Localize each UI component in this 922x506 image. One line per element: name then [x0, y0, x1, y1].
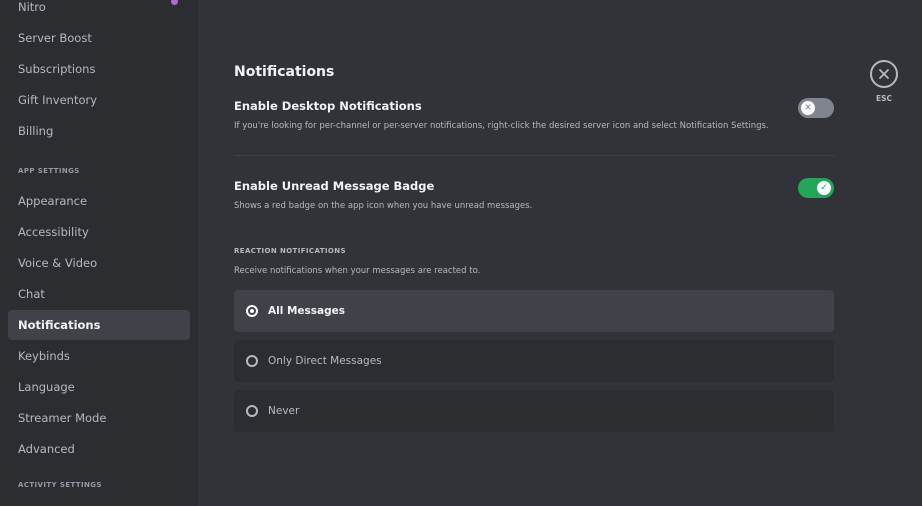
sidebar-item-language[interactable]: Language	[8, 372, 190, 402]
sidebar-item-streamer-mode[interactable]: Streamer Mode	[8, 403, 190, 433]
sidebar-item-label: Accessibility	[18, 225, 89, 239]
close-icon	[879, 69, 889, 79]
settings-content: Notifications Enable Desktop Notificatio…	[198, 0, 922, 506]
close-settings: ESC	[868, 60, 900, 103]
desktop-notifications-toggle[interactable]: ✕	[798, 98, 834, 118]
esc-label: ESC	[875, 94, 893, 103]
sidebar-item-appearance[interactable]: Appearance	[8, 186, 190, 216]
radio-unselected-icon	[246, 355, 258, 367]
sidebar-header-app-settings: APP SETTINGS	[18, 167, 80, 175]
toggle-on-check-icon: ✓	[817, 181, 831, 195]
sidebar-item-label: Advanced	[18, 442, 75, 456]
settings-window: Nitro Server Boost Subscriptions Gift In…	[0, 0, 922, 506]
sidebar-item-advanced[interactable]: Advanced	[8, 434, 190, 464]
sidebar-item-gift-inventory[interactable]: Gift Inventory	[8, 85, 190, 115]
radio-selected-icon	[246, 305, 258, 317]
sidebar-header-activity-settings: ACTIVITY SETTINGS	[18, 481, 102, 489]
desktop-notifications-setting: Enable Desktop Notifications ✕ If you're…	[234, 98, 834, 133]
unread-badge-setting: Enable Unread Message Badge ✓ Shows a re…	[234, 178, 834, 213]
section-divider	[234, 155, 834, 156]
reaction-notifications-description: Receive notifications when your messages…	[234, 266, 481, 276]
sidebar-item-notifications[interactable]: Notifications	[8, 310, 190, 340]
unread-badge-description: Shows a red badge on the app icon when y…	[234, 201, 533, 211]
sidebar-item-label: Server Boost	[18, 31, 92, 45]
radio-option-never[interactable]: Never	[234, 390, 834, 432]
radio-option-label: Only Direct Messages	[268, 355, 382, 367]
radio-unselected-icon	[246, 405, 258, 417]
sidebar-item-keybinds[interactable]: Keybinds	[8, 341, 190, 371]
reaction-notifications-radio-group: All Messages Only Direct Messages Never	[234, 290, 922, 432]
sidebar-item-label: Keybinds	[18, 349, 70, 363]
desktop-notifications-title: Enable Desktop Notifications	[234, 99, 422, 113]
sidebar-item-nitro[interactable]: Nitro	[8, 0, 190, 22]
sidebar-item-label: Voice & Video	[18, 256, 98, 270]
sidebar-item-voice-video[interactable]: Voice & Video	[8, 248, 190, 278]
sidebar-item-label: Gift Inventory	[18, 93, 98, 107]
sidebar-item-label: Subscriptions	[18, 62, 96, 76]
radio-option-only-direct-messages[interactable]: Only Direct Messages	[234, 340, 834, 382]
close-button[interactable]	[870, 60, 898, 88]
unread-badge-toggle[interactable]: ✓	[798, 178, 834, 198]
reaction-notifications-label: REACTION NOTIFICATIONS	[234, 247, 346, 255]
sidebar-item-label: Notifications	[18, 318, 101, 332]
settings-sidebar: Nitro Server Boost Subscriptions Gift In…	[0, 0, 198, 506]
sidebar-item-label: Language	[18, 380, 75, 394]
desktop-notifications-description: If you're looking for per-channel or per…	[234, 121, 769, 131]
sidebar-item-label: Nitro	[18, 0, 46, 14]
radio-option-label: Never	[268, 405, 300, 417]
sidebar-item-label: Billing	[18, 124, 54, 138]
sidebar-item-chat[interactable]: Chat	[8, 279, 190, 309]
radio-option-label: All Messages	[268, 305, 346, 317]
nitro-badge-dot	[171, 0, 178, 5]
sidebar-item-label: Streamer Mode	[18, 411, 107, 425]
sidebar-item-label: Chat	[18, 287, 45, 301]
radio-option-all-messages[interactable]: All Messages	[234, 290, 834, 332]
sidebar-item-label: Appearance	[18, 194, 88, 208]
sidebar-item-server-boost[interactable]: Server Boost	[8, 23, 190, 53]
sidebar-item-subscriptions[interactable]: Subscriptions	[8, 54, 190, 84]
sidebar-item-accessibility[interactable]: Accessibility	[8, 217, 190, 247]
sidebar-item-billing[interactable]: Billing	[8, 116, 190, 146]
unread-badge-title: Enable Unread Message Badge	[234, 179, 435, 193]
page-title: Notifications	[234, 64, 335, 80]
toggle-off-x-icon: ✕	[801, 101, 815, 115]
